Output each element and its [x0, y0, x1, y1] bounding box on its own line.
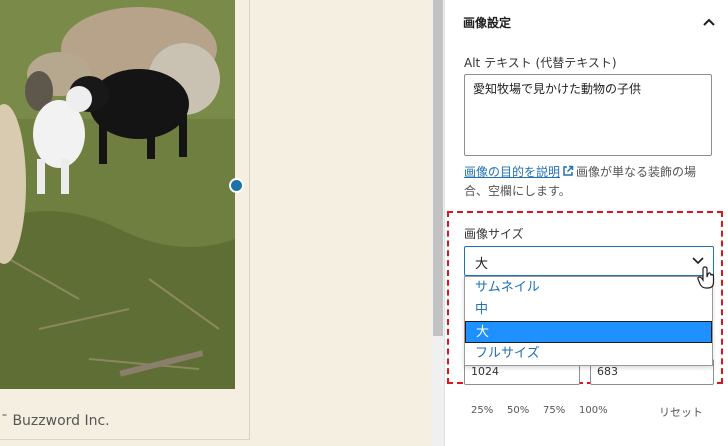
alt-text-input[interactable]: 愛知牧場で見かけた動物の子供	[464, 74, 712, 156]
scroll-thumb[interactable]	[433, 0, 443, 336]
size-option-full[interactable]: フルサイズ	[465, 343, 712, 365]
alt-help-text: 画像の目的を説明 画像が単なる装飾の場合、空欄にします。	[464, 163, 718, 201]
panel-title: 画像設定	[463, 16, 512, 30]
external-link-icon[interactable]	[562, 164, 574, 176]
size-option-large[interactable]: 大	[465, 321, 712, 343]
canvas-scrollbar[interactable]	[432, 0, 444, 446]
size-option-medium[interactable]: 中	[465, 299, 712, 321]
resize-handle[interactable]	[229, 178, 244, 193]
hand-cursor-icon	[697, 266, 715, 290]
size-dropdown: サムネイル 中 大 フルサイズ	[464, 276, 713, 366]
photo-illustration	[0, 0, 235, 389]
describe-purpose-link[interactable]: 画像の目的を説明	[464, 165, 560, 179]
percent-75-button[interactable]: 75%	[543, 405, 565, 416]
editor-canvas: ¯ Buzzword Inc.	[0, 0, 432, 446]
image-caption[interactable]: ¯ Buzzword Inc.	[1, 413, 110, 429]
chevron-up-icon[interactable]	[699, 12, 719, 32]
alt-text-label: Alt テキスト (代替テキスト)	[464, 56, 617, 70]
percent-100-button[interactable]: 100%	[579, 405, 608, 416]
percent-25-button[interactable]: 25%	[471, 405, 493, 416]
size-option-thumbnail[interactable]: サムネイル	[465, 277, 712, 299]
image-block[interactable]: ¯ Buzzword Inc.	[0, 0, 250, 440]
image-settings-panel: 画像設定 Alt テキスト (代替テキスト) 愛知牧場で見かけた動物の子供 画像…	[444, 0, 728, 446]
selected-size: 大	[475, 257, 489, 272]
reset-button[interactable]: リセット	[659, 404, 703, 420]
sheep-photo[interactable]	[0, 0, 235, 389]
image-size-label: 画像サイズ	[464, 227, 524, 241]
image-size-select[interactable]: 大	[464, 246, 714, 276]
percent-50-button[interactable]: 50%	[507, 405, 529, 416]
